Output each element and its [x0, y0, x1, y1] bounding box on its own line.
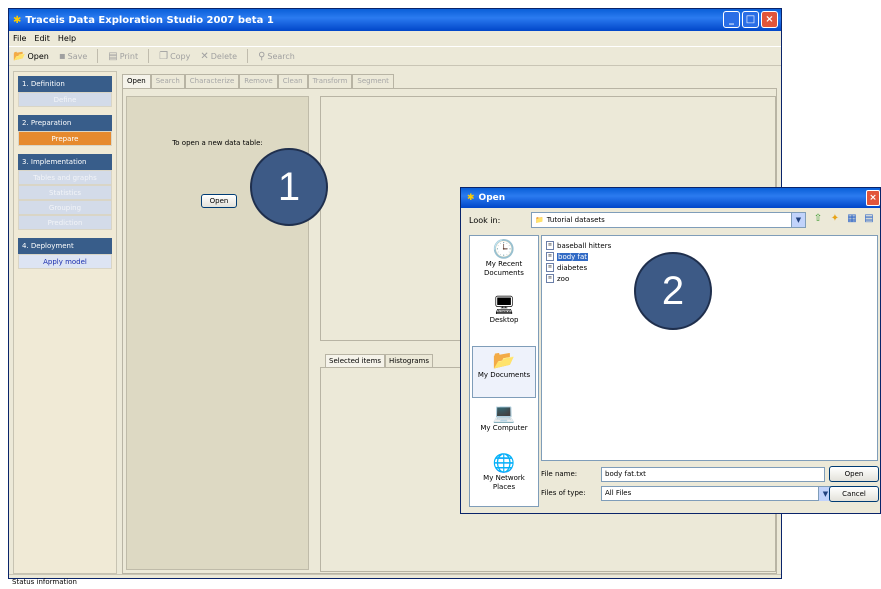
desktop-icon: 🖥 — [492, 295, 516, 316]
app-icon: ✱ — [467, 193, 475, 203]
menu-help[interactable]: Help — [58, 34, 76, 43]
open-table-button[interactable]: Open — [201, 194, 237, 208]
copy-icon: ❐ — [159, 50, 169, 62]
folder-open-icon: 📂 — [13, 50, 26, 62]
chevron-down-icon[interactable]: ▼ — [791, 213, 805, 227]
file-name-input[interactable]: body fat.txt — [601, 467, 825, 482]
print-tool-button[interactable]: ▤ Print — [108, 51, 138, 62]
search-tool-button[interactable]: ⚲ Search — [258, 51, 295, 62]
search-icon: ⚲ — [258, 50, 266, 62]
place-recent-documents[interactable]: 🕒 My Recent Documents — [472, 240, 536, 278]
tab-search[interactable]: Search — [150, 74, 185, 88]
toolbar-separator — [97, 49, 99, 63]
delete-tool-button[interactable]: ✕ Delete — [200, 51, 237, 62]
place-my-documents[interactable]: 📂 My Documents — [472, 346, 536, 398]
dialog-cancel-button[interactable]: Cancel — [829, 486, 879, 502]
file-item[interactable]: ≡ zoo — [546, 273, 569, 284]
open-dialog: ✱ Open × Look in: 📁 Tutorial datasets ▼ … — [460, 187, 881, 514]
my-computer-icon: 💻 — [492, 403, 516, 424]
tab-characterize[interactable]: Characterize — [184, 74, 240, 88]
toolbar-separator — [148, 49, 150, 63]
file-item[interactable]: ≡ diabetes — [546, 262, 587, 273]
step-header-definition: 1. Definition — [18, 76, 112, 92]
step-apply-model[interactable]: Apply model — [18, 254, 112, 269]
look-in-label: Look in: — [469, 216, 501, 225]
toolbar-separator — [247, 49, 249, 63]
step-define[interactable]: Define — [18, 92, 112, 107]
title-bar: ✱ Traceis Data Exploration Studio 2007 b… — [9, 9, 781, 31]
dialog-open-button[interactable]: Open — [829, 466, 879, 482]
step-header-preparation: 2. Preparation — [18, 115, 112, 131]
app-icon: ✱ — [13, 14, 22, 26]
text-file-icon: ≡ — [546, 274, 554, 283]
step-grouping[interactable]: Grouping — [18, 200, 112, 215]
open-tool-button[interactable]: 📂 Open — [13, 51, 49, 62]
dialog-close-button[interactable]: × — [866, 190, 880, 206]
open-prompt-text: To open a new data table: — [172, 139, 263, 147]
tab-open[interactable]: Open — [122, 74, 151, 88]
file-list: ≡ baseball hitters ≡ body fat ≡ diabetes… — [541, 235, 878, 461]
file-type-select[interactable]: All Files ▼ — [601, 486, 833, 501]
place-desktop[interactable]: 🖥 Desktop — [472, 296, 536, 325]
text-file-icon: ≡ — [546, 241, 554, 250]
view-tab-strip: Selected items Histograms — [325, 354, 434, 367]
tab-transform[interactable]: Transform — [307, 74, 353, 88]
file-item[interactable]: ≡ baseball hitters — [546, 240, 611, 251]
recent-documents-icon: 🕒 — [492, 239, 516, 260]
look-in-value: Tutorial datasets — [546, 216, 605, 224]
text-file-icon: ≡ — [546, 263, 554, 272]
menu-edit[interactable]: Edit — [34, 34, 50, 43]
file-name-label: File name: — [541, 470, 578, 478]
close-button[interactable]: × — [761, 11, 778, 28]
places-bar: 🕒 My Recent Documents 🖥 Desktop 📂 My Doc… — [469, 235, 539, 507]
new-folder-icon[interactable]: ✦ — [828, 212, 842, 226]
desktop: ✱ Traceis Data Exploration Studio 2007 b… — [0, 0, 881, 586]
status-bar: Status information — [9, 574, 781, 588]
tab-strip: Open Search Characterize Remove Clean Tr… — [122, 74, 394, 88]
my-documents-icon: 📂 — [492, 350, 516, 371]
dialog-title: Open — [478, 193, 506, 203]
step-marker-1: 1 — [250, 148, 328, 226]
process-sidebar: 1. Definition Define 2. Preparation Prep… — [13, 71, 117, 574]
folder-icon: 📁 — [535, 216, 544, 224]
delete-icon: ✕ — [200, 50, 209, 62]
file-item-selected[interactable]: ≡ body fat — [546, 251, 589, 262]
network-places-icon: 🌐 — [492, 453, 516, 474]
step-header-implementation: 3. Implementation — [18, 154, 112, 170]
file-type-label: Files of type: — [541, 489, 586, 497]
step-tables-graphs[interactable]: Tables and graphs — [18, 170, 112, 185]
minimize-button[interactable]: _ — [723, 11, 740, 28]
save-tool-button[interactable]: ▪ Save — [59, 51, 87, 62]
step-prediction[interactable]: Prediction — [18, 215, 112, 230]
step-prepare[interactable]: Prepare — [18, 131, 112, 146]
text-file-icon: ≡ — [546, 252, 554, 261]
up-folder-icon[interactable]: ⇧ — [811, 212, 825, 226]
look-in-select[interactable]: 📁 Tutorial datasets ▼ — [531, 212, 806, 228]
step-header-deployment: 4. Deployment — [18, 238, 112, 254]
tab-histograms[interactable]: Histograms — [385, 354, 434, 367]
maximize-button[interactable]: □ — [742, 11, 759, 28]
dialog-toolbar: ⇧ ✦ ▦ ▤ — [811, 212, 876, 226]
file-type-value: All Files — [605, 489, 632, 497]
menu-bar: File Edit Help — [9, 31, 781, 45]
place-network-places[interactable]: 🌐 My Network Places — [472, 454, 536, 492]
tab-remove[interactable]: Remove — [239, 74, 278, 88]
window-title: Traceis Data Exploration Studio 2007 bet… — [25, 14, 274, 26]
save-icon: ▪ — [58, 50, 66, 62]
step-statistics[interactable]: Statistics — [18, 185, 112, 200]
menu-file[interactable]: File — [13, 34, 26, 43]
tab-clean[interactable]: Clean — [277, 74, 308, 88]
print-icon: ▤ — [108, 50, 118, 62]
details-view-icon[interactable]: ▤ — [862, 212, 876, 226]
tab-segment[interactable]: Segment — [352, 74, 394, 88]
place-my-computer[interactable]: 💻 My Computer — [472, 404, 536, 433]
tab-selected-items[interactable]: Selected items — [325, 354, 386, 367]
list-view-icon[interactable]: ▦ — [845, 212, 859, 226]
copy-tool-button[interactable]: ❐ Copy — [159, 51, 190, 62]
dialog-title-bar: ✱ Open × — [461, 188, 880, 208]
toolbar: 📂 Open ▪ Save ▤ Print ❐ Copy ✕ Delete ⚲ … — [9, 46, 781, 66]
step-marker-2: 2 — [634, 252, 712, 330]
